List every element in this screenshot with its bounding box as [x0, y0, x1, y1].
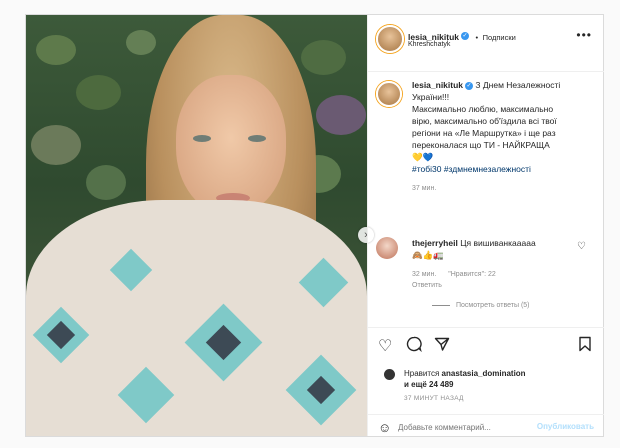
comment-text: Ця вишиванкааааа: [460, 238, 536, 248]
comment-time: 32 мин.: [412, 271, 437, 278]
post-photo[interactable]: [26, 15, 367, 436]
bookmark-icon[interactable]: [578, 336, 592, 357]
comment-icon[interactable]: [406, 336, 422, 357]
liker-username[interactable]: anastasia_domination: [442, 369, 526, 378]
liker-avatar[interactable]: [384, 369, 395, 380]
reply-button[interactable]: Ответить: [412, 282, 442, 289]
likes-count[interactable]: и ещё 24 489: [404, 380, 453, 389]
hashtags[interactable]: #тобі30 #здмнемнезалежності: [412, 164, 531, 174]
heart-icon[interactable]: ♡: [378, 336, 392, 356]
caption-line: Максимально люблю, максимально: [412, 104, 554, 114]
view-replies-link[interactable]: Посмотреть ответы (5): [432, 302, 530, 309]
publish-button[interactable]: Опубликовать: [537, 422, 594, 431]
commenter-username[interactable]: thejerryheil: [412, 238, 458, 248]
location-link[interactable]: Khreshchatyk: [408, 41, 450, 48]
comment-input[interactable]: [398, 420, 538, 434]
caption-line: З Днем Незалежності: [475, 80, 561, 90]
instagram-post: › lesia_nikituk ✓ • Подписки Khreshchatyk…: [25, 14, 604, 437]
emoji-icon[interactable]: ☺: [378, 420, 391, 435]
verified-icon: ✓: [461, 31, 470, 40]
caption-avatar[interactable]: [376, 81, 402, 107]
caption-emoji: 💛💙: [412, 152, 434, 162]
more-icon[interactable]: •••: [576, 28, 592, 42]
caption-line: переконалася що ТИ - НАЙКРАЩА: [412, 140, 550, 150]
commenter-avatar[interactable]: [376, 237, 398, 259]
follow-button[interactable]: Подписки: [483, 33, 516, 42]
caption-line: регіони на «Ле Маршрутка» і ще раз: [412, 128, 556, 138]
caption-line: України!!!: [412, 92, 450, 102]
caption-time: 37 мин.: [412, 185, 437, 192]
comment-form: ☺ Опубликовать: [368, 414, 604, 439]
post-header: lesia_nikituk ✓ • Подписки Khreshchatyk •…: [368, 15, 604, 72]
caption-line: вірю, максимально об'їздила всі твої: [412, 116, 557, 126]
likes-summary: Нравится anastasia_domination и ещё 24 4…: [404, 368, 526, 390]
caption-username[interactable]: lesia_nikituk: [412, 80, 463, 90]
post-actions: ♡ Нравится anastasia_domination и ещё 24…: [368, 327, 604, 438]
view-replies-label: Посмотреть ответы (5): [456, 302, 530, 309]
comment-likes[interactable]: "Нравится": 22: [448, 271, 496, 278]
likes-prefix: Нравится: [404, 369, 440, 378]
post-sidebar: lesia_nikituk ✓ • Подписки Khreshchatyk •…: [367, 15, 604, 436]
verified-icon: ✓: [465, 81, 474, 90]
comment-emoji: 🙈👍🚛: [412, 250, 444, 260]
share-icon[interactable]: [434, 336, 450, 357]
comment-like-icon[interactable]: ♡: [577, 241, 586, 252]
avatar[interactable]: [376, 25, 404, 53]
post-time: 37 МИНУТ НАЗАД: [404, 395, 464, 402]
